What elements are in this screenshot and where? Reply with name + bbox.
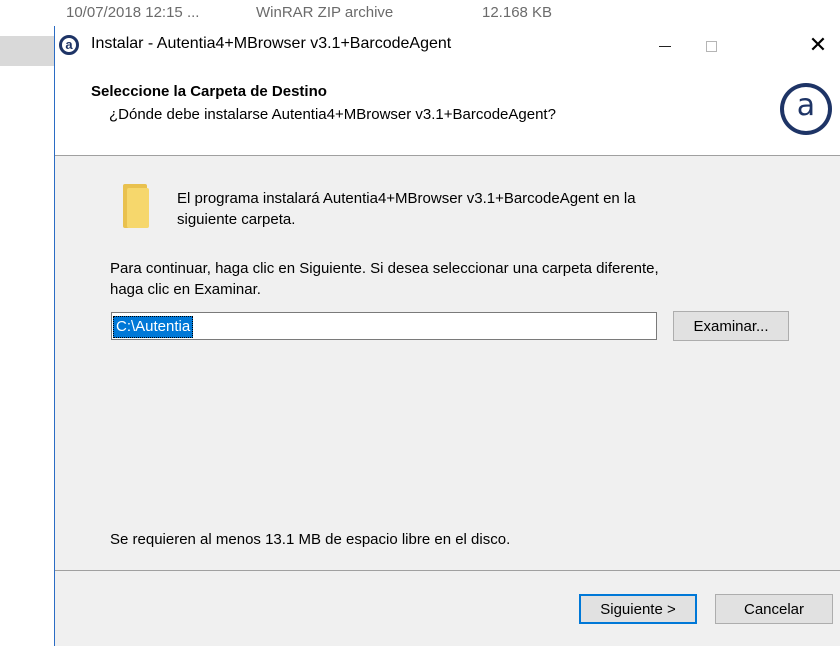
cancel-button[interactable]: Cancelar [715,594,833,624]
close-icon: ✕ [808,33,828,58]
brand-logo-letter: a [784,87,828,131]
intro-line-2: siguiente carpeta. [177,211,296,228]
background-selection-strip [0,36,54,66]
background-file-date: 10/07/2018 12:15 ... [66,4,200,21]
destination-path-value[interactable]: C:\Autentia [113,316,194,338]
window-title: Instalar - Autentia4+MBrowser v3.1+Barco… [91,35,452,52]
background-file-size: 12.168 KB [482,4,553,21]
installer-window: Instalar - Autentia4+MBrowser v3.1+Barco… [54,26,840,646]
background-file-type: WinRAR ZIP archive [256,4,394,21]
brand-logo-icon: a [780,83,832,135]
close-button[interactable]: ✕ [795,26,840,66]
browse-button[interactable]: Examinar... [673,311,789,341]
instructions-line-2: haga clic en Examinar. [110,281,261,298]
intro-message: El programa instalará Autentia4+MBrowser… [177,188,777,230]
maximize-button [688,26,734,66]
instructions-message: Para continuar, haga clic en Siguiente. … [110,258,810,300]
app-logo-icon [59,35,79,55]
disk-space-message: Se requieren al menos 13.1 MB de espacio… [110,531,511,548]
minimize-button[interactable] [642,26,688,66]
minimize-icon [659,45,671,47]
maximize-icon [705,40,717,52]
page-subtitle: ¿Dónde debe instalarse Autentia4+MBrowse… [109,106,556,123]
wizard-header: Seleccione la Carpeta de Destino ¿Dónde … [55,66,840,156]
next-button[interactable]: Siguiente > [579,594,697,624]
title-bar[interactable]: Instalar - Autentia4+MBrowser v3.1+Barco… [55,26,840,66]
intro-line-1: El programa instalará Autentia4+MBrowser… [177,190,636,207]
page-title: Seleccione la Carpeta de Destino [91,83,327,100]
folder-icon [123,184,149,228]
instructions-line-1: Para continuar, haga clic en Siguiente. … [110,260,659,277]
